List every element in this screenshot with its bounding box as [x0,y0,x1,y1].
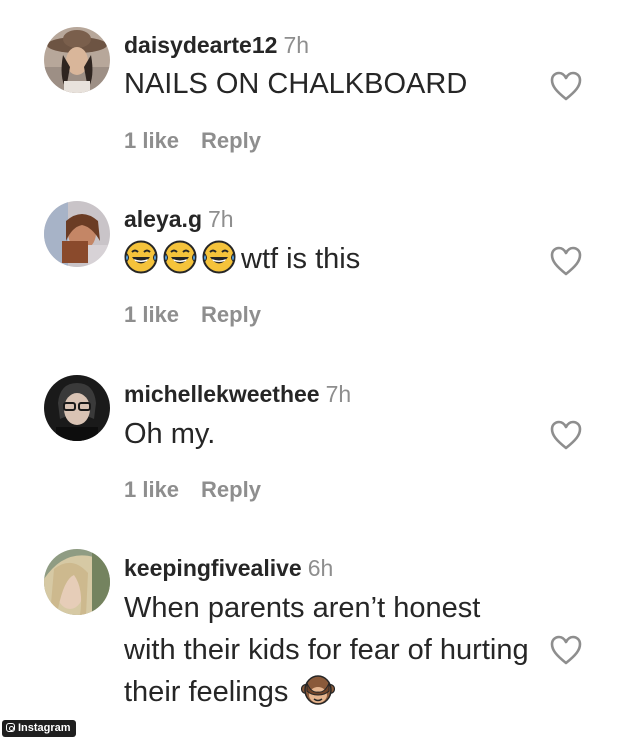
comment-header: daisydearte12 7h [124,32,309,59]
reply-button[interactable]: Reply [201,302,261,327]
avatar[interactable] [44,201,110,267]
comment-actions: 1 like Reply [124,477,261,503]
heart-icon[interactable] [549,419,583,451]
avatar[interactable] [44,27,110,93]
see-no-evil-monkey-emoji [300,675,335,705]
tears-of-joy-emoji [163,240,197,274]
like-count[interactable]: 1 like [124,477,179,502]
credit-label: Instagram [18,722,71,734]
username[interactable]: daisydearte12 [124,32,277,58]
comment-text: NAILS ON CHALKBOARD [124,68,468,100]
heart-icon[interactable] [549,70,583,102]
comment-text: wtf is this [124,238,544,280]
comment-actions: 1 like Reply [124,302,261,328]
comment-header: aleya.g 7h [124,206,234,233]
heart-icon[interactable] [549,245,583,277]
timestamp: 6h [307,555,334,581]
comment-text-words: wtf is this [241,243,361,275]
heart-icon[interactable] [549,634,583,666]
timestamp: 7h [325,381,352,407]
tears-of-joy-emoji [124,240,158,274]
timestamp: 7h [208,206,234,232]
instagram-credit: Instagram [2,720,76,737]
avatar[interactable] [44,549,110,615]
reply-button[interactable]: Reply [201,128,261,153]
comment-text: When parents aren’t honest with their ki… [124,587,534,713]
tears-of-joy-emoji [202,240,236,274]
username[interactable]: michellekweethee [124,381,320,407]
comment-header: michellekweethee 7h [124,381,351,408]
like-count[interactable]: 1 like [124,302,179,327]
comment-actions: 1 like Reply [124,128,261,154]
timestamp: 7h [283,32,310,58]
reply-button[interactable]: Reply [201,477,261,502]
comment-header: keepingfivealive 6h [124,555,333,582]
like-count[interactable]: 1 like [124,128,179,153]
comment-text: Oh my. [124,418,216,450]
username[interactable]: aleya.g [124,206,202,232]
avatar[interactable] [44,375,110,441]
username[interactable]: keepingfivealive [124,555,302,581]
instagram-icon [6,723,15,732]
